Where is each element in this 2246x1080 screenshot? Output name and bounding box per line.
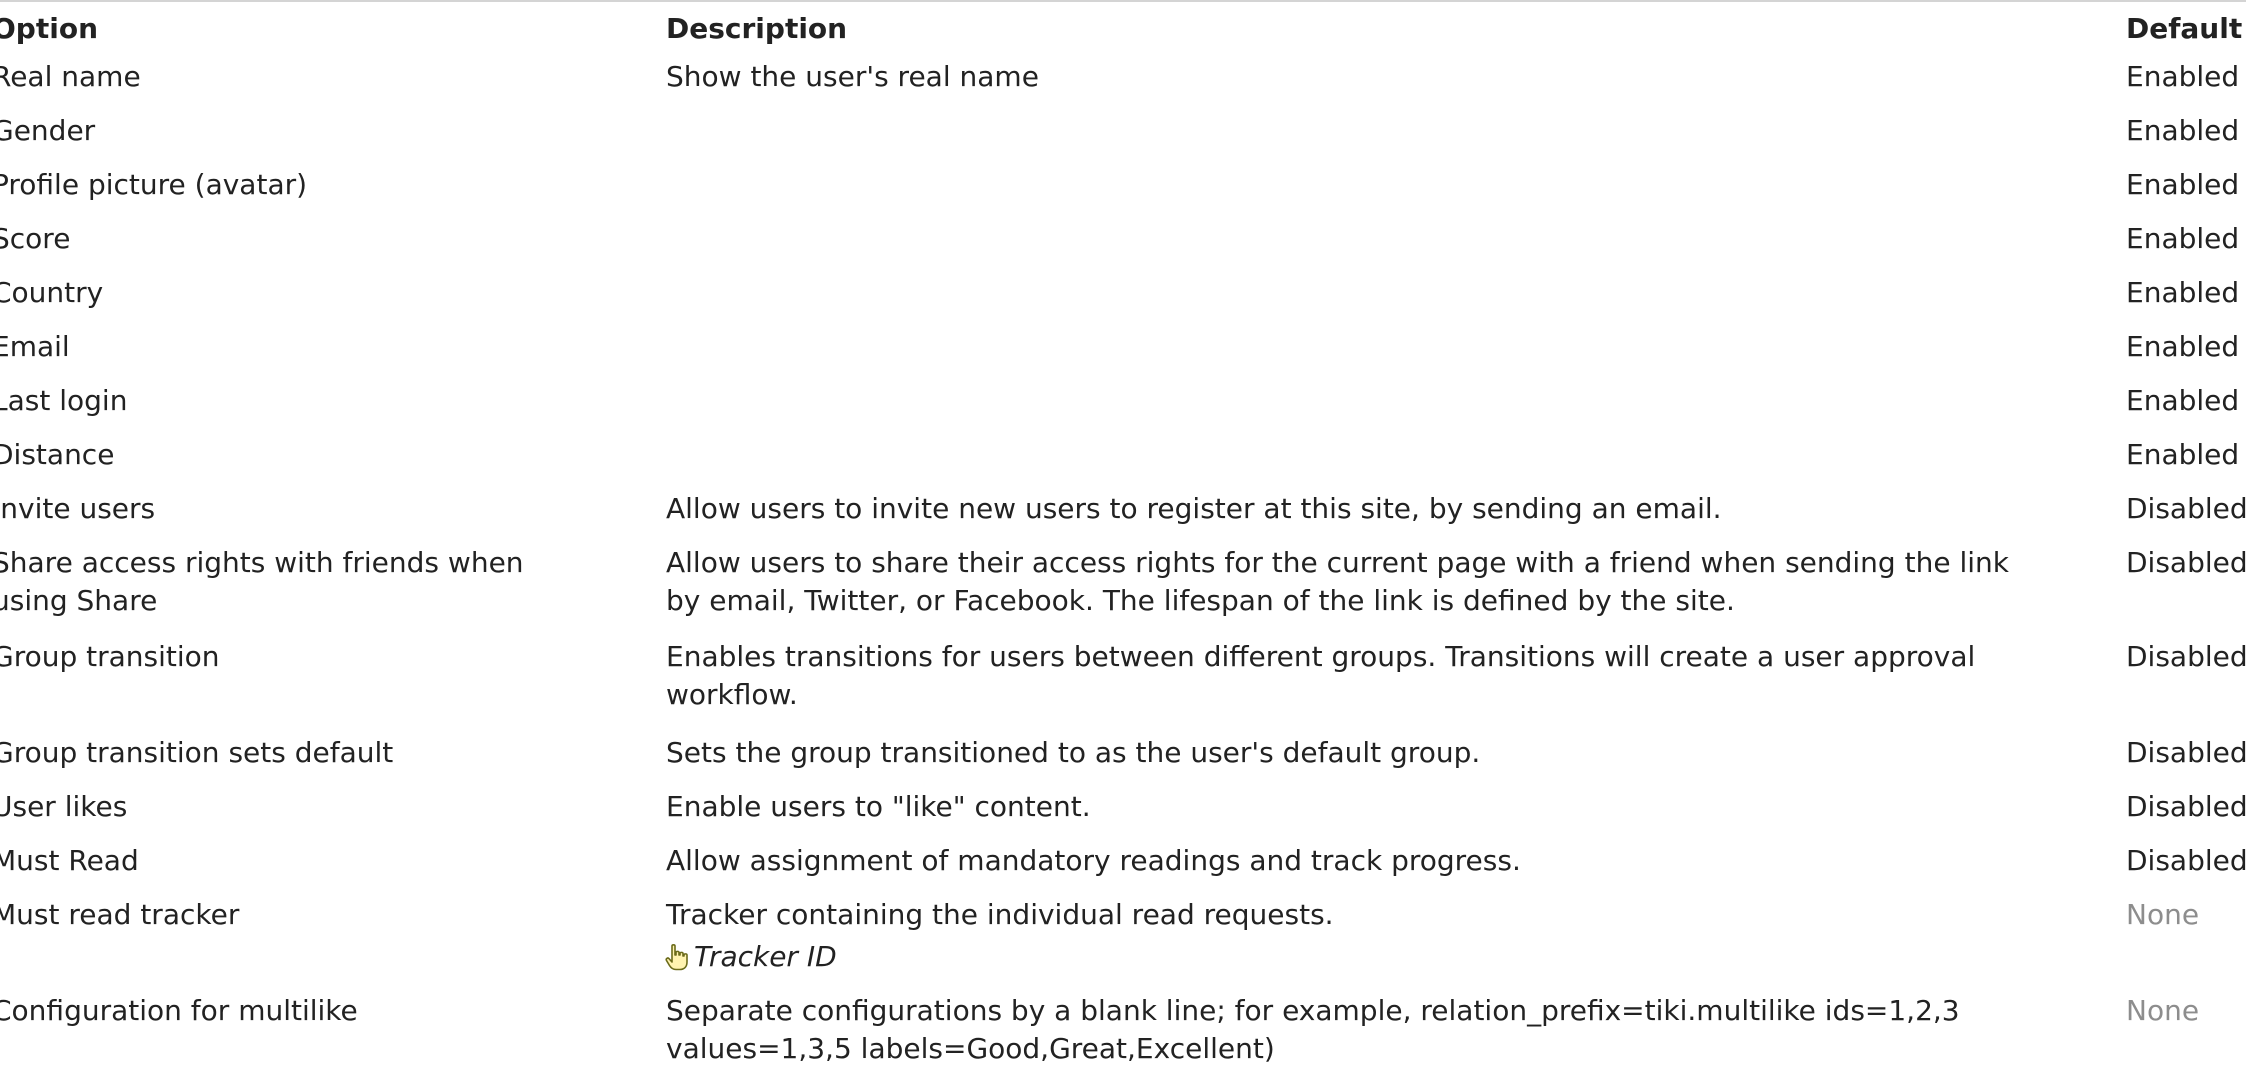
option-name-line: using Share — [0, 584, 158, 617]
option-default-value: Enabled — [2126, 114, 2240, 147]
column-header-description: Description — [666, 12, 848, 45]
table-row: Email Enabled — [0, 328, 2246, 382]
option-description: Allow assignment of mandatory readings a… — [666, 842, 2086, 880]
option-name: Country — [0, 274, 562, 312]
option-description-line: Enables transitions for users between di… — [666, 640, 1976, 673]
tracker-id-label: Tracker ID — [694, 940, 837, 973]
option-description: Sets the group transitioned to as the us… — [666, 734, 2086, 772]
pointing-hand-icon — [665, 944, 688, 971]
table-row: Country Enabled — [0, 274, 2246, 328]
column-header-default: Default — [2126, 12, 2243, 45]
option-name: Last login — [0, 382, 562, 420]
option-name: Must read tracker — [0, 896, 562, 934]
option-description-line: Sets the group transitioned to as the us… — [666, 736, 1481, 769]
option-name: Score — [0, 220, 562, 258]
option-name-line: Country — [0, 276, 104, 309]
table-row: Must read tracker Tracker containing the … — [0, 896, 2246, 992]
option-name-line: Gender — [0, 114, 96, 147]
option-name-line: Share access rights with friends when — [0, 546, 524, 579]
option-default-value: Disabled — [2126, 844, 2246, 877]
table-row: Gender Enabled — [0, 112, 2246, 166]
option-description-line: Show the user's real name — [666, 60, 1039, 93]
option-name: Must Read — [0, 842, 562, 880]
option-description: Tracker containing the individual read r… — [664, 896, 2086, 980]
option-description: Separate configurations by a blank line;… — [666, 992, 2086, 1068]
option-name-line: Invite users — [0, 492, 156, 525]
tracker-id-hint: Tracker ID — [664, 934, 2086, 980]
option-description-line: by email, Twitter, or Facebook. The life… — [666, 584, 1735, 617]
top-rule — [0, 0, 2246, 2]
option-name-line: Distance — [0, 438, 115, 471]
option-description: Enables transitions for users between di… — [666, 638, 2086, 714]
option-default-value: Enabled — [2126, 168, 2240, 201]
option-default-value: Disabled — [2126, 492, 2246, 525]
table-row: Distance Enabled — [0, 436, 2246, 490]
option-default-value: Disabled — [2126, 546, 2246, 579]
option-description-line: Allow users to invite new users to regis… — [666, 492, 1722, 525]
option-default-value: Enabled — [2126, 330, 2240, 363]
option-description: Allow users to invite new users to regis… — [666, 490, 2086, 528]
option-default-value: None — [2126, 898, 2200, 931]
table-row: Share access rights with friends when usi… — [0, 544, 2246, 638]
option-name-line: Group transition sets default — [0, 736, 394, 769]
option-name-line: Must Read — [0, 844, 139, 877]
option-name-line: Score — [0, 222, 71, 255]
option-description-line: Allow assignment of mandatory readings a… — [666, 844, 1521, 877]
option-name: Share access rights with friends when usi… — [0, 544, 562, 620]
option-default-value: Enabled — [2126, 438, 2240, 471]
table-row: Invite users Allow users to invite new us… — [0, 490, 2246, 544]
option-name: Real name — [0, 58, 562, 96]
table-row: Last login Enabled — [0, 382, 2246, 436]
option-name: Configuration for multilike — [0, 992, 562, 1030]
option-default-value: Disabled — [2126, 640, 2246, 673]
option-description: Allow users to share their access rights… — [666, 544, 2086, 620]
option-description: Enable users to "like" content. — [666, 788, 2086, 826]
table-row: Must Read Allow assignment of mandatory r… — [0, 842, 2246, 896]
option-name: Gender — [0, 112, 562, 150]
option-description-line: Separate configurations by a blank line;… — [666, 994, 1960, 1027]
option-name: User likes — [0, 788, 562, 826]
option-name: Group transition — [0, 638, 562, 676]
option-name-line: Must read tracker — [0, 898, 240, 931]
option-name-line: Last login — [0, 384, 128, 417]
option-default-value: Disabled — [2126, 736, 2246, 769]
option-default-value: Enabled — [2126, 276, 2240, 309]
option-default-value: Enabled — [2126, 384, 2240, 417]
option-description-line: workflow. — [666, 678, 798, 711]
option-default-value: Enabled — [2126, 222, 2240, 255]
table-row: User likes Enable users to "like" content… — [0, 788, 2246, 842]
option-description-line: Enable users to "like" content. — [666, 790, 1091, 823]
table-row: Group transition Enables transitions for … — [0, 638, 2246, 734]
table-row: Group transition sets default Sets the gr… — [0, 734, 2246, 788]
column-header-option: Option — [0, 12, 98, 45]
option-name: Distance — [0, 436, 562, 474]
option-name: Profile picture (avatar) — [0, 166, 562, 204]
option-name-line: Configuration for multilike — [0, 994, 358, 1027]
option-name: Email — [0, 328, 562, 366]
option-name: Invite users — [0, 490, 562, 528]
table-row: Profile picture (avatar) Enabled — [0, 166, 2246, 220]
option-default-value: None — [2126, 994, 2200, 1027]
option-name-line: Email — [0, 330, 70, 363]
option-name-line: Real name — [0, 60, 141, 93]
option-description: Show the user's real name — [666, 58, 2086, 96]
option-description-line: Allow users to share their access rights… — [666, 546, 2009, 579]
option-default-value: Enabled — [2126, 60, 2240, 93]
option-name: Group transition sets default — [0, 734, 562, 772]
option-name-line: Profile picture (avatar) — [0, 168, 308, 201]
table-row: Score Enabled — [0, 220, 2246, 274]
option-description-line: values=1,3,5 labels=Good,Great,Excellent… — [666, 1032, 1275, 1065]
option-name-line: Group transition — [0, 640, 220, 673]
table-row: Configuration for multilike Separate conf… — [0, 992, 2246, 1072]
table-row: Real name Show the user's real name Enable… — [0, 58, 2246, 112]
option-name-line: User likes — [0, 790, 128, 823]
option-default-value: Disabled — [2126, 790, 2246, 823]
option-description-line: Tracker containing the individual read r… — [666, 898, 1334, 931]
